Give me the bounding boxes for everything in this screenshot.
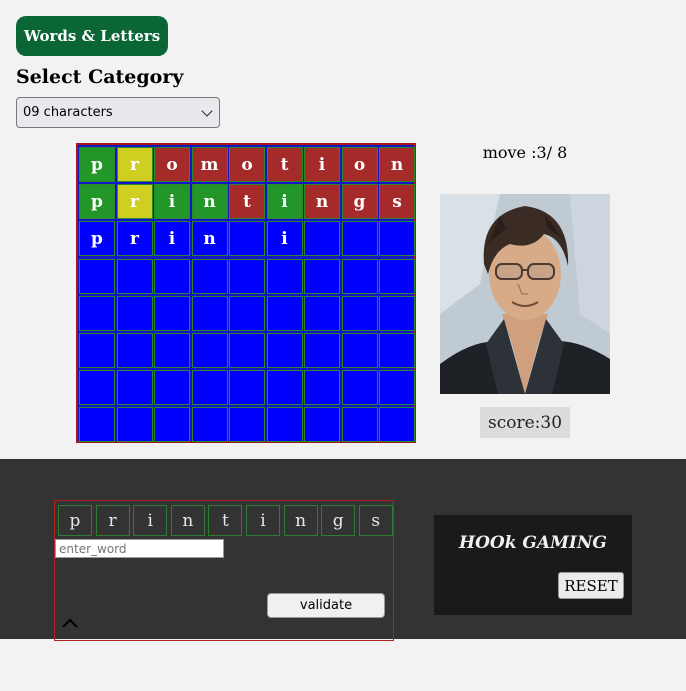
grid-cell (379, 221, 415, 257)
brand-box: HOOk GAMING RESET (434, 515, 632, 615)
letter-tile[interactable]: i (133, 505, 168, 536)
score-display: score:30 (480, 407, 570, 438)
grid-cell: r (116, 147, 153, 182)
category-selected-value: 09 characters (23, 105, 113, 120)
grid-cell: m (191, 147, 228, 182)
letter-tile[interactable]: g (321, 505, 356, 536)
grid-cell: n (191, 184, 228, 220)
chevron-up-icon[interactable] (61, 617, 79, 629)
grid-cell (341, 295, 378, 331)
grid-cell (304, 295, 340, 331)
grid-cell (266, 333, 303, 368)
grid-cell (191, 258, 228, 294)
grid-cell: n (304, 184, 340, 220)
grid-cell (116, 333, 153, 368)
grid-cell (266, 295, 303, 331)
grid-cell (79, 370, 115, 406)
grid-cell (304, 221, 340, 257)
grid-cell: r (116, 221, 153, 257)
grid-cell (191, 333, 228, 368)
grid-cell (341, 258, 378, 294)
letter-tile[interactable]: i (246, 505, 280, 536)
grid-cell (266, 407, 303, 443)
title-button[interactable]: Words & Letters (16, 16, 168, 56)
grid-cell: o (341, 147, 378, 182)
brand-name: HOOk GAMING (459, 533, 607, 553)
letter-tile[interactable]: n (170, 505, 205, 536)
grid-cell (229, 333, 265, 368)
grid-cell (191, 295, 228, 331)
grid-cell (229, 407, 265, 443)
grid-cell: s (379, 184, 415, 220)
grid-cell (229, 221, 265, 257)
grid-cell (116, 295, 153, 331)
grid-cell: p (79, 221, 115, 257)
grid-cell (341, 333, 378, 368)
grid-cell (304, 407, 340, 443)
grid-cell (379, 258, 415, 294)
grid-cell: i (266, 221, 303, 257)
grid-cell: g (341, 184, 378, 220)
grid-cell (379, 407, 415, 443)
grid-cell: n (191, 221, 228, 257)
grid-cell (304, 333, 340, 368)
category-select[interactable]: 09 characters (16, 97, 220, 128)
letter-tile[interactable]: r (95, 505, 130, 536)
grid-cell (266, 370, 303, 406)
grid-cell (229, 295, 265, 331)
grid-cell (379, 370, 415, 406)
letter-tile[interactable]: n (283, 505, 318, 536)
grid-cell (79, 258, 115, 294)
grid-cell: n (379, 147, 415, 182)
grid-cell: p (79, 147, 115, 182)
grid-cell: r (116, 184, 153, 220)
grid-cell (191, 407, 228, 443)
grid-cell (154, 258, 190, 294)
reset-button[interactable]: RESET (558, 572, 624, 599)
word-entry-panel: printings validate (54, 500, 394, 641)
word-input[interactable] (55, 539, 224, 558)
grid-cell (154, 333, 190, 368)
letter-tile[interactable]: p (58, 505, 92, 536)
grid-cell (154, 370, 190, 406)
grid-cell: p (79, 184, 115, 220)
grid-cell (341, 221, 378, 257)
grid-cell (79, 407, 115, 443)
character-portrait (440, 194, 610, 394)
grid-cell (116, 258, 153, 294)
grid-cell (379, 333, 415, 368)
chevron-down-icon (201, 104, 213, 117)
grid-cell (229, 258, 265, 294)
category-heading: Select Category (16, 66, 184, 88)
grid-cell (154, 407, 190, 443)
letter-grid: promotionprintingsprini (76, 143, 416, 443)
letter-tile[interactable]: s (358, 505, 393, 536)
grid-cell (379, 295, 415, 331)
grid-cell: i (304, 147, 340, 182)
grid-cell (341, 370, 378, 406)
move-counter: move :3/ 8 (482, 143, 568, 162)
grid-cell (191, 370, 228, 406)
letter-tile[interactable]: t (208, 505, 243, 536)
validate-button[interactable]: validate (267, 593, 385, 618)
grid-cell (79, 295, 115, 331)
grid-cell (304, 258, 340, 294)
grid-cell: t (266, 147, 303, 182)
grid-cell (304, 370, 340, 406)
grid-cell (341, 407, 378, 443)
grid-cell: i (154, 184, 190, 220)
grid-cell (116, 407, 153, 443)
grid-cell (229, 370, 265, 406)
grid-cell: i (154, 221, 190, 257)
grid-cell (266, 258, 303, 294)
grid-cell: t (229, 184, 265, 220)
grid-cell: o (154, 147, 190, 182)
grid-cell (154, 295, 190, 331)
grid-cell: o (229, 147, 265, 182)
grid-cell: i (266, 184, 303, 220)
grid-cell (79, 333, 115, 368)
grid-cell (116, 370, 153, 406)
